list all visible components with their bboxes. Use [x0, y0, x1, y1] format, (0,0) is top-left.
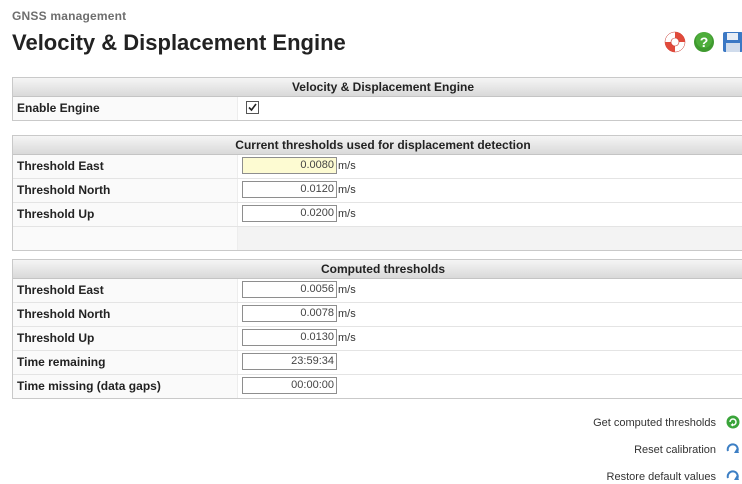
computed-threshold-east-unit: m/s	[338, 284, 356, 296]
time-remaining-label: Time remaining	[13, 351, 238, 374]
spacer-value-cell	[238, 227, 742, 250]
current-threshold-east-label: Threshold East	[13, 155, 238, 178]
current-thresholds-spacer-row	[13, 227, 742, 250]
restore-blue-icon[interactable]	[726, 469, 740, 483]
current-threshold-east-unit: m/s	[338, 160, 356, 172]
current-threshold-up-input[interactable]: 0.0200	[242, 205, 337, 222]
current-threshold-north-row: Threshold North 0.0120 m/s	[13, 179, 742, 203]
toolbar: ?	[660, 31, 742, 57]
computed-threshold-north-row: Threshold North 0.0078 m/s	[13, 303, 742, 327]
help-lifebuoy-icon[interactable]	[664, 31, 686, 53]
time-missing-value: 00:00:00	[242, 377, 337, 394]
computed-threshold-east-value: 0.0056	[242, 281, 337, 298]
computed-threshold-east-row: Threshold East 0.0056 m/s	[13, 279, 742, 303]
current-threshold-east-row: Threshold East 0.0080 m/s	[13, 155, 742, 179]
get-computed-thresholds-link[interactable]: Get computed thresholds	[593, 417, 716, 429]
computed-thresholds-heading: Computed thresholds	[13, 260, 742, 279]
spacer-label-cell	[13, 227, 238, 250]
checkmark-icon	[248, 103, 257, 112]
page-title: Velocity & Displacement Engine	[12, 30, 346, 55]
time-missing-label: Time missing (data gaps)	[13, 375, 238, 398]
restore-default-values-link[interactable]: Restore default values	[607, 471, 716, 483]
save-disk-icon[interactable]	[722, 31, 742, 53]
engine-panel-heading: Velocity & Displacement Engine	[13, 78, 742, 97]
current-threshold-up-label: Threshold Up	[13, 203, 238, 226]
computed-threshold-east-label: Threshold East	[13, 279, 238, 302]
time-remaining-row: Time remaining 23:59:34	[13, 351, 742, 375]
refresh-green-icon[interactable]	[726, 415, 740, 429]
enable-engine-checkbox[interactable]	[246, 101, 259, 114]
current-threshold-up-unit: m/s	[338, 208, 356, 220]
current-threshold-north-unit: m/s	[338, 184, 356, 196]
computed-threshold-north-value: 0.0078	[242, 305, 337, 322]
computed-threshold-up-label: Threshold Up	[13, 327, 238, 350]
current-threshold-east-input[interactable]: 0.0080	[242, 157, 337, 174]
time-missing-row: Time missing (data gaps) 00:00:00	[13, 375, 742, 398]
computed-threshold-north-unit: m/s	[338, 308, 356, 320]
current-thresholds-panel: Current thresholds used for displacement…	[12, 135, 742, 251]
breadcrumb: GNSS management	[12, 9, 127, 23]
computed-threshold-north-label: Threshold North	[13, 303, 238, 326]
computed-thresholds-panel: Computed thresholds Threshold East 0.005…	[12, 259, 742, 399]
current-thresholds-heading: Current thresholds used for displacement…	[13, 136, 742, 155]
computed-threshold-up-row: Threshold Up 0.0130 m/s	[13, 327, 742, 351]
enable-engine-label: Enable Engine	[13, 97, 238, 120]
current-threshold-north-input[interactable]: 0.0120	[242, 181, 337, 198]
reset-blue-icon[interactable]	[726, 442, 740, 456]
current-threshold-north-label: Threshold North	[13, 179, 238, 202]
engine-panel: Velocity & Displacement Engine Enable En…	[12, 77, 742, 121]
computed-threshold-up-unit: m/s	[338, 332, 356, 344]
computed-threshold-up-value: 0.0130	[242, 329, 337, 346]
help-question-icon[interactable]: ?	[693, 31, 715, 53]
svg-text:?: ?	[700, 34, 709, 50]
time-remaining-value: 23:59:34	[242, 353, 337, 370]
current-threshold-up-row: Threshold Up 0.0200 m/s	[13, 203, 742, 227]
reset-calibration-link[interactable]: Reset calibration	[634, 444, 716, 456]
enable-engine-row: Enable Engine	[13, 97, 742, 120]
